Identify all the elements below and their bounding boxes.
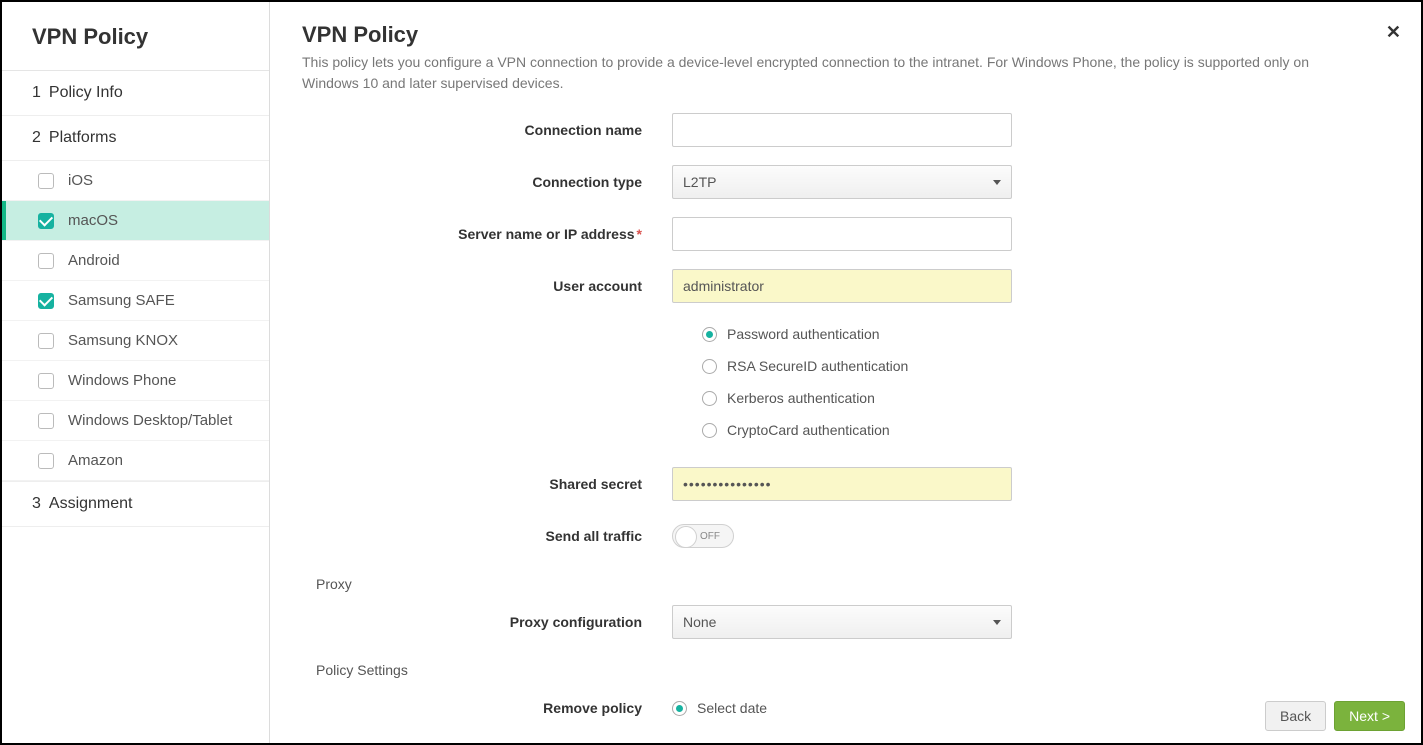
radio-label: Kerberos authentication: [727, 390, 875, 406]
sidebar: VPN Policy 1 Policy Info 2 Platforms iOS…: [2, 2, 270, 743]
label-server: Server name or IP address*: [302, 226, 672, 242]
radio-icon: [702, 423, 717, 438]
platform-item-windows-desktop[interactable]: Windows Desktop/Tablet: [2, 401, 269, 441]
send-all-traffic-toggle[interactable]: OFF: [672, 524, 734, 548]
radio-label: Password authentication: [727, 326, 880, 342]
server-input[interactable]: [672, 217, 1012, 251]
platform-label: Samsung KNOX: [68, 332, 178, 349]
step-number: 2: [32, 129, 41, 147]
radio-icon: [672, 701, 687, 716]
platform-label: Samsung SAFE: [68, 292, 175, 309]
user-account-input[interactable]: [672, 269, 1012, 303]
connection-type-select[interactable]: L2TP: [672, 165, 1012, 199]
platform-item-windows-phone[interactable]: Windows Phone: [2, 361, 269, 401]
radio-label: RSA SecureID authentication: [727, 358, 908, 374]
page-title: VPN Policy: [302, 22, 1389, 48]
section-proxy: Proxy: [316, 576, 1389, 592]
label-connection-type: Connection type: [302, 174, 672, 190]
next-button[interactable]: Next >: [1334, 701, 1405, 731]
radio-label: Select date: [697, 700, 767, 716]
remove-policy-radio-select-date[interactable]: Select date: [672, 700, 1012, 716]
radio-icon: [702, 391, 717, 406]
auth-radio-password[interactable]: Password authentication: [702, 318, 1389, 350]
main-panel: ✕ VPN Policy This policy lets you config…: [270, 2, 1421, 743]
platform-label: Amazon: [68, 452, 123, 469]
connection-name-input[interactable]: [672, 113, 1012, 147]
auth-radio-kerberos[interactable]: Kerberos authentication: [702, 382, 1389, 414]
radio-icon: [702, 359, 717, 374]
step-number: 1: [32, 84, 41, 102]
platform-item-samsung-knox[interactable]: Samsung KNOX: [2, 321, 269, 361]
platform-label: macOS: [68, 212, 118, 229]
checkbox-icon[interactable]: [38, 333, 54, 349]
checkbox-icon[interactable]: [38, 213, 54, 229]
proxy-config-select[interactable]: None: [672, 605, 1012, 639]
platform-label: Windows Desktop/Tablet: [68, 412, 232, 429]
platform-label: iOS: [68, 172, 93, 189]
select-value: L2TP: [683, 174, 716, 190]
label-send-all-traffic: Send all traffic: [302, 528, 672, 544]
checkbox-icon[interactable]: [38, 293, 54, 309]
label-user-account: User account: [302, 278, 672, 294]
platform-item-samsung-safe[interactable]: Samsung SAFE: [2, 281, 269, 321]
platform-item-ios[interactable]: iOS: [2, 161, 269, 201]
step-label: Platforms: [49, 129, 117, 147]
checkbox-icon[interactable]: [38, 173, 54, 189]
radio-label: CryptoCard authentication: [727, 422, 890, 438]
radio-icon: [702, 327, 717, 342]
step-label: Assignment: [49, 495, 133, 513]
nav-step-platforms[interactable]: 2 Platforms: [2, 116, 269, 161]
auth-radio-cryptocard[interactable]: CryptoCard authentication: [702, 414, 1389, 446]
footer-actions: Back Next >: [1265, 701, 1405, 731]
page-description: This policy lets you configure a VPN con…: [302, 52, 1322, 94]
label-proxy-config: Proxy configuration: [302, 614, 672, 630]
chevron-down-icon: [993, 180, 1001, 185]
chevron-down-icon: [993, 620, 1001, 625]
platform-label: Windows Phone: [68, 372, 176, 389]
checkbox-icon[interactable]: [38, 413, 54, 429]
platform-label: Android: [68, 252, 120, 269]
label-remove-policy: Remove policy: [302, 700, 672, 716]
nav-step-assignment[interactable]: 3 Assignment: [2, 481, 269, 527]
checkbox-icon[interactable]: [38, 373, 54, 389]
nav-step-policy-info[interactable]: 1 Policy Info: [2, 71, 269, 116]
checkbox-icon[interactable]: [38, 453, 54, 469]
back-button[interactable]: Back: [1265, 701, 1326, 731]
step-number: 3: [32, 495, 41, 513]
label-connection-name: Connection name: [302, 122, 672, 138]
shared-secret-input[interactable]: [672, 467, 1012, 501]
close-icon[interactable]: ✕: [1386, 22, 1401, 43]
platform-item-macos[interactable]: macOS: [2, 201, 269, 241]
section-policy-settings: Policy Settings: [316, 662, 1389, 678]
select-value: None: [683, 614, 716, 630]
checkbox-icon[interactable]: [38, 253, 54, 269]
auth-radio-rsa[interactable]: RSA SecureID authentication: [702, 350, 1389, 382]
label-shared-secret: Shared secret: [302, 476, 672, 492]
toggle-label: OFF: [700, 531, 720, 542]
step-label: Policy Info: [49, 84, 123, 102]
platform-item-android[interactable]: Android: [2, 241, 269, 281]
sidebar-title: VPN Policy: [2, 2, 269, 71]
platform-item-amazon[interactable]: Amazon: [2, 441, 269, 481]
